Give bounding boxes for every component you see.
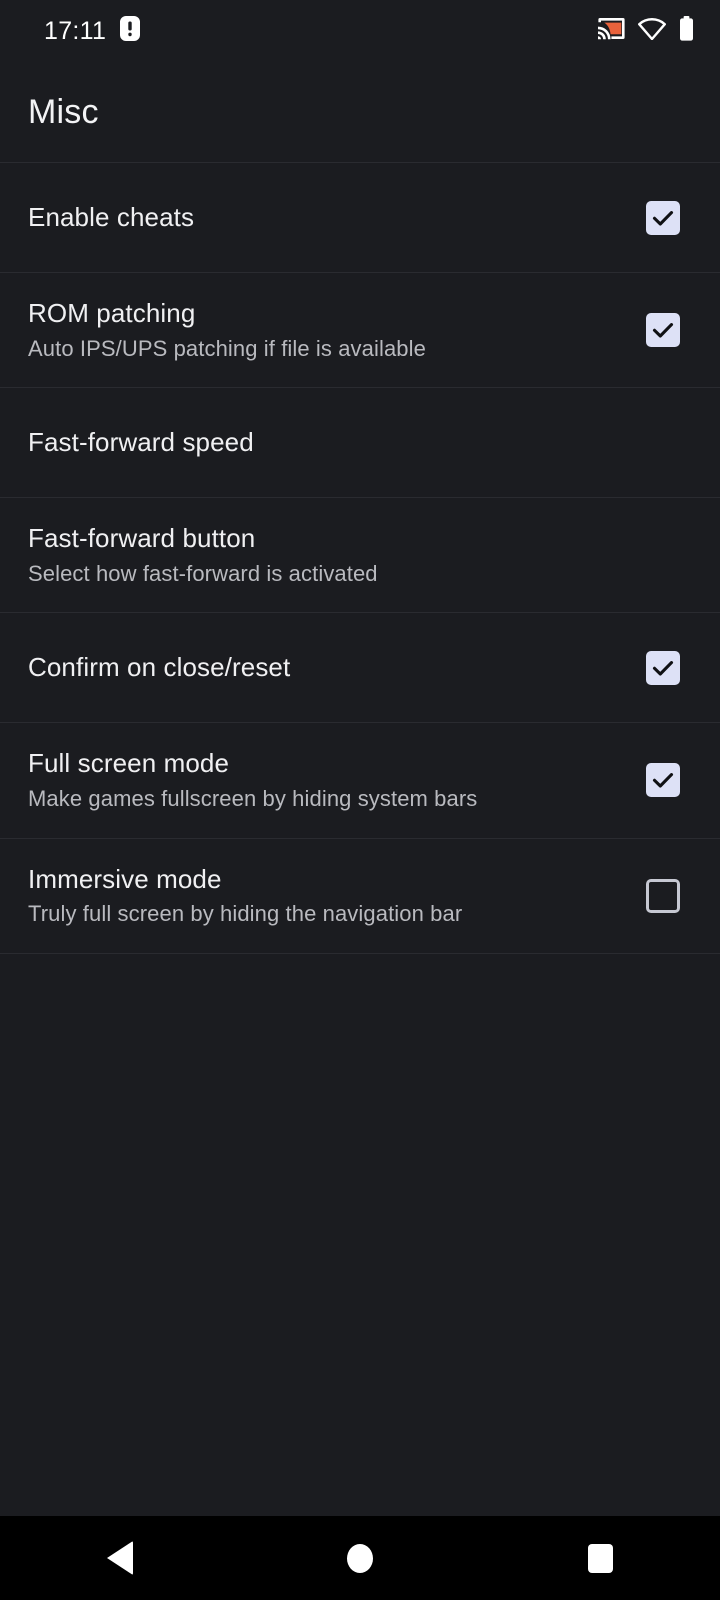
preference-text: Confirm on close/reset (28, 627, 634, 709)
preference-row-full-screen-mode[interactable]: Full screen mode Make games fullscreen b… (0, 722, 720, 838)
preference-row-fast-forward-button[interactable]: Fast-forward button Select how fast-forw… (0, 497, 720, 613)
checkbox-checked-icon[interactable] (646, 763, 680, 798)
checkbox-confirm-on-close-reset[interactable] (634, 650, 692, 685)
preference-summary: Truly full screen by hiding the navigati… (28, 901, 463, 927)
checkbox-checked-icon[interactable] (646, 650, 680, 685)
preference-text: ROM patching Auto IPS/UPS patching if fi… (28, 273, 634, 387)
nav-back-button[interactable] (45, 1516, 195, 1600)
preference-text: Fast-forward speed (28, 402, 634, 484)
preference-title: Enable cheats (28, 201, 195, 232)
preference-summary: Auto IPS/UPS patching if file is availab… (28, 335, 426, 361)
empty-content-area (0, 952, 720, 1516)
checkbox-rom-patching[interactable] (634, 313, 692, 348)
square-icon[interactable] (587, 1543, 613, 1573)
preference-row-confirm-on-close-reset[interactable]: Confirm on close/reset (0, 612, 720, 723)
checkbox-full-screen-mode[interactable] (634, 763, 692, 798)
preference-text: Immersive mode Truly full screen by hidi… (28, 839, 634, 953)
cast-icon (598, 17, 625, 45)
page-title-area: Misc (0, 62, 720, 162)
preference-row-enable-cheats[interactable]: Enable cheats (0, 162, 720, 272)
checkbox-checked-icon[interactable] (646, 200, 680, 235)
preference-text: Enable cheats (28, 177, 634, 259)
preference-title: Full screen mode (28, 748, 230, 779)
sdcard-alert-icon (120, 16, 141, 46)
checkbox-checked-icon[interactable] (646, 313, 680, 348)
page-title: Misc (28, 92, 99, 131)
system-navigation-bar (0, 1516, 720, 1600)
preference-text: Full screen mode Make games fullscreen b… (28, 723, 634, 837)
preference-title: Confirm on close/reset (28, 651, 291, 682)
checkbox-enable-cheats[interactable] (634, 200, 692, 235)
preference-row-rom-patching[interactable]: ROM patching Auto IPS/UPS patching if fi… (0, 272, 720, 388)
wifi-icon (638, 17, 666, 45)
status-bar-left: 17:11 (44, 16, 141, 46)
preference-title: ROM patching (28, 298, 196, 328)
preference-text: Fast-forward button Select how fast-forw… (28, 498, 634, 612)
status-bar-clock: 17:11 (44, 16, 107, 45)
nav-home-button[interactable] (285, 1516, 435, 1600)
triangle-left-icon[interactable] (107, 1541, 133, 1575)
preference-title: Fast-forward button (28, 523, 256, 554)
preference-row-fast-forward-speed[interactable]: Fast-forward speed (0, 387, 720, 498)
checkbox-immersive-mode[interactable] (634, 878, 692, 913)
status-bar: 17:11 (0, 0, 720, 62)
status-bar-right (598, 16, 694, 46)
preference-row-immersive-mode[interactable]: Immersive mode Truly full screen by hidi… (0, 837, 720, 953)
checkbox-unchecked-icon[interactable] (646, 878, 680, 913)
nav-recents-button[interactable] (525, 1516, 675, 1600)
circle-icon[interactable] (347, 1543, 373, 1573)
preference-summary: Select how fast-forward is activated (28, 561, 378, 587)
app-screen: 17:11 Misc Enable cheats ROM patching Au… (0, 0, 720, 1600)
preference-title: Immersive mode (28, 863, 222, 894)
preference-list: Enable cheats ROM patching Auto IPS/UPS … (0, 162, 720, 953)
preference-summary: Make games fullscreen by hiding system b… (28, 786, 478, 812)
battery-icon (679, 16, 694, 46)
preference-title: Fast-forward speed (28, 426, 254, 457)
